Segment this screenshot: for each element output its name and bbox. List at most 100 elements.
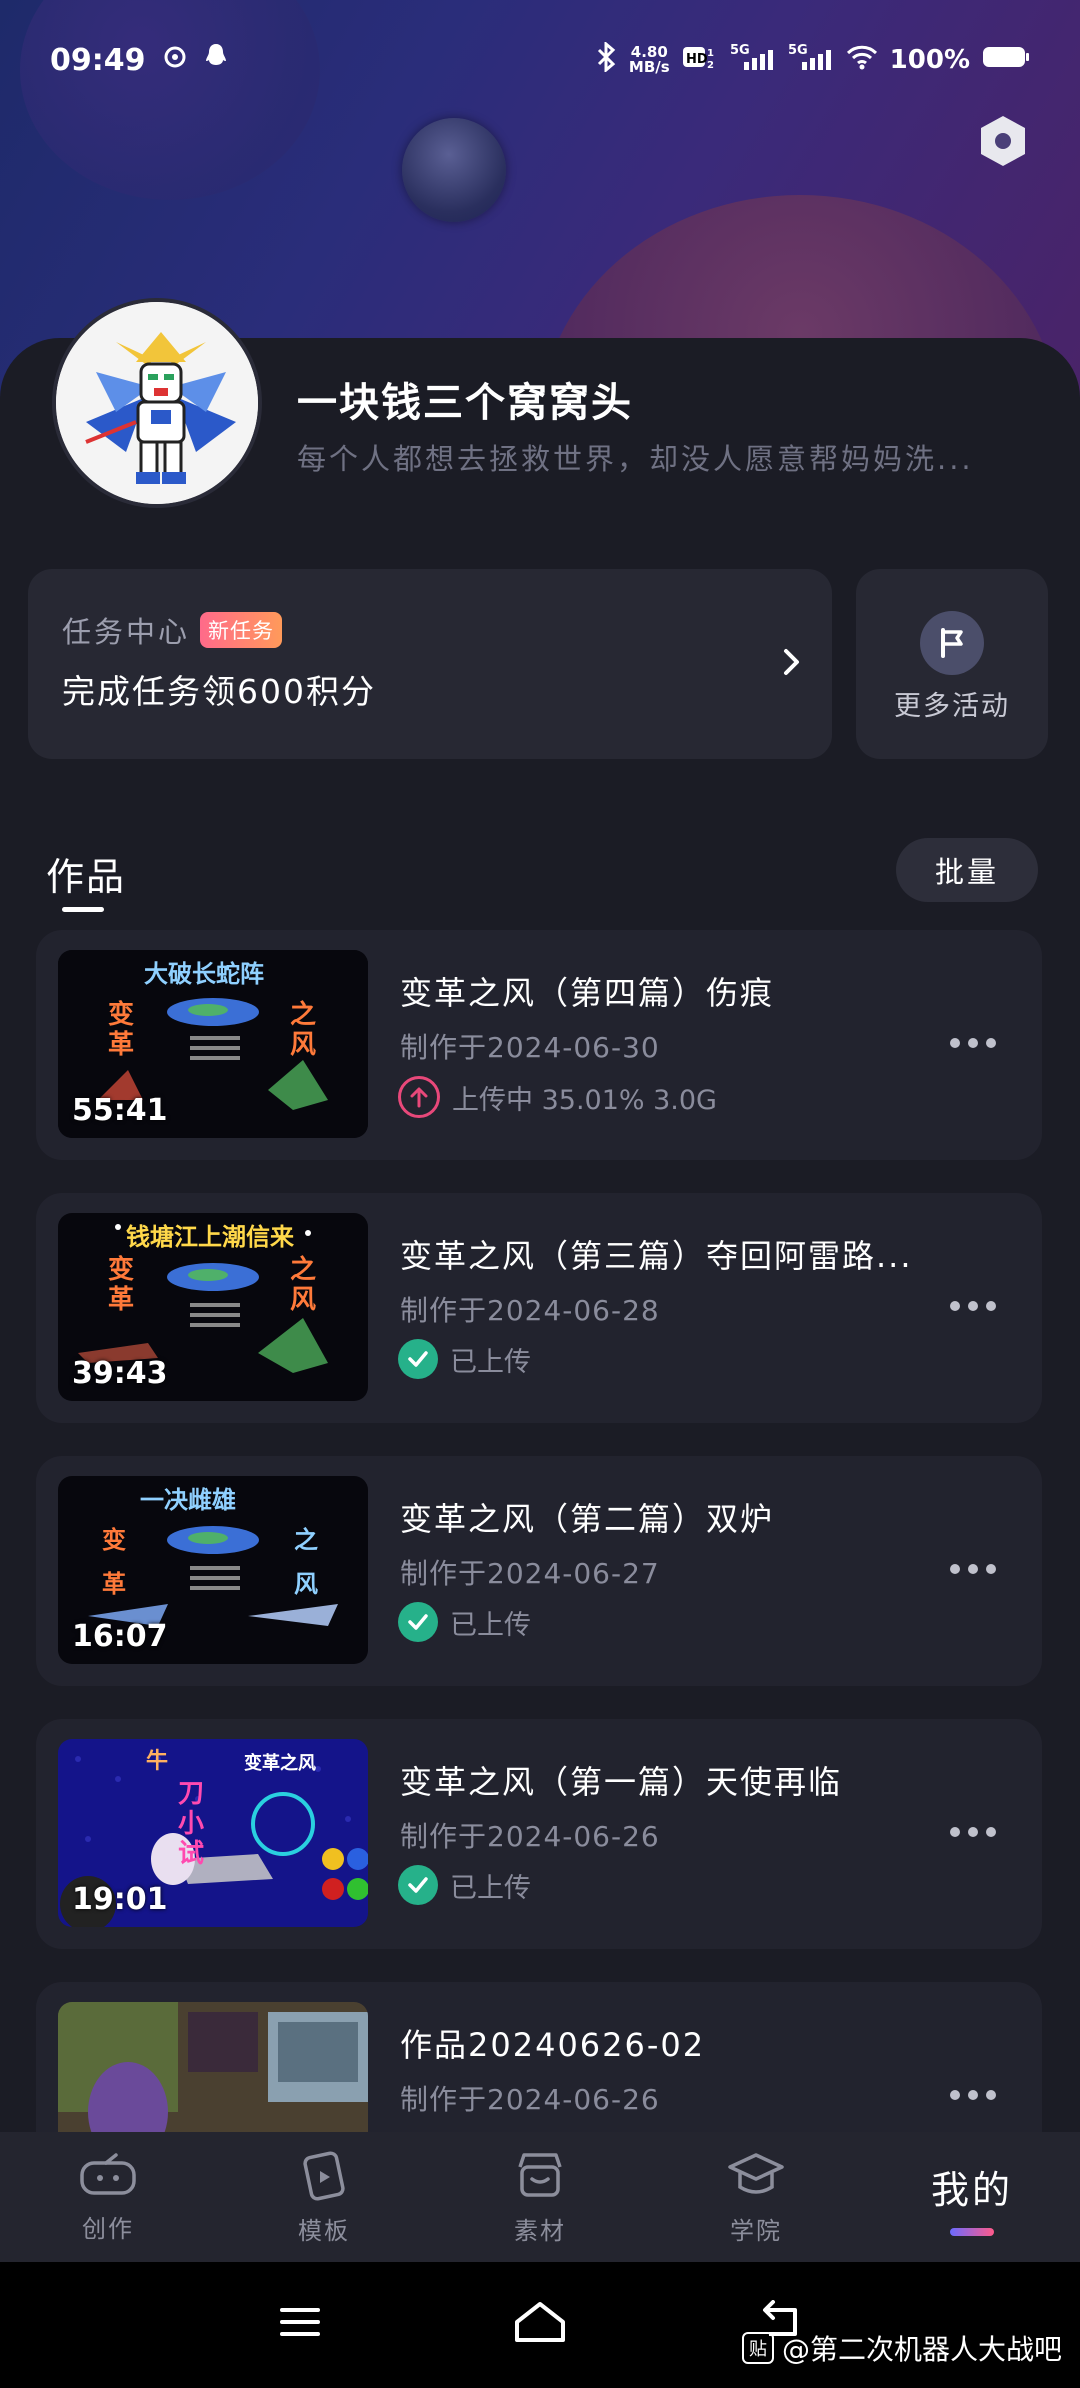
thumbnail-left-text: 变革 xyxy=(108,1255,135,1315)
menu-icon[interactable] xyxy=(265,2292,335,2352)
username: 一块钱三个窝窝头 xyxy=(297,380,633,426)
tab-academy-label: 学院 xyxy=(730,2216,782,2245)
tab-create[interactable]: 创作 xyxy=(0,2132,216,2262)
work-item[interactable]: 大破长蛇阵 变革 之风 55:41 变革之风（第四篇）伤痕 制作于2024-06… xyxy=(36,930,1042,1160)
thumbnail-title: 变革之风 xyxy=(244,1753,316,1774)
sync-icon xyxy=(162,43,188,78)
flag-icon xyxy=(920,611,984,675)
work-duration: 19:01 xyxy=(72,1882,168,1917)
wifi-icon xyxy=(846,44,878,77)
more-options-icon[interactable] xyxy=(950,1564,996,1574)
work-thumbnail[interactable]: 变革之风 刀小试 牛 19:01 xyxy=(58,1739,368,1927)
more-options-icon[interactable] xyxy=(950,1301,996,1311)
battery-level: 100% xyxy=(889,45,970,75)
check-circle-icon xyxy=(398,1339,438,1379)
thumbnail-title: 钱塘江上潮信来 xyxy=(126,1223,294,1251)
tab-academy[interactable]: 学院 xyxy=(648,2132,864,2262)
works-list: 大破长蛇阵 变革 之风 55:41 变革之风（第四篇）伤痕 制作于2024-06… xyxy=(36,930,1042,2245)
signal-5g-1-icon: 5G xyxy=(730,42,776,79)
banner-planet-small xyxy=(402,118,506,222)
work-date: 制作于2024-06-27 xyxy=(400,1557,660,1590)
template-icon xyxy=(296,2149,352,2205)
upload-status-text: 上传中 35.01% 3.0G xyxy=(452,1084,717,1116)
thumbnail-right-text: 之风 xyxy=(294,1526,318,1598)
battery-icon xyxy=(982,44,1030,77)
bottom-tab-bar: 创作 模板 素材 学院 我的 xyxy=(0,2132,1080,2262)
work-title: 作品20240626-02 xyxy=(400,2026,706,2064)
tab-mine[interactable]: 我的 xyxy=(864,2132,1080,2262)
svg-text:HD: HD xyxy=(686,52,708,67)
thumbnail-title: 大破长蛇阵 xyxy=(144,960,264,988)
more-options-icon[interactable] xyxy=(950,2090,996,2100)
task-center-title: 任务中心 xyxy=(62,615,191,649)
work-duration: 39:43 xyxy=(72,1356,168,1391)
more-activity-card[interactable]: 更多活动 xyxy=(856,569,1048,759)
work-title: 变革之风（第二篇）双炉 xyxy=(400,1500,775,1538)
work-upload-status: 已上传 xyxy=(398,1865,531,1905)
work-date: 制作于2024-06-28 xyxy=(400,1294,660,1327)
work-date: 制作于2024-06-30 xyxy=(400,1031,660,1064)
watermark: 贴 @第二次机器人大战吧 xyxy=(742,2328,1062,2368)
net-speed: 4.80 MB/s xyxy=(628,43,670,76)
work-item[interactable]: 钱塘江上潮信来 变革 之风 39:43 变革之风（第三篇）夺回阿雷路... 制作… xyxy=(36,1193,1042,1423)
store-icon xyxy=(512,2149,568,2205)
thumbnail-title: 一决雌雄 xyxy=(140,1486,236,1514)
watermark-text: @第二次机器人大战吧 xyxy=(782,2333,1063,2366)
task-center-card[interactable]: 任务中心 新任务 完成任务领600积分 xyxy=(28,569,832,759)
more-options-icon[interactable] xyxy=(950,1827,996,1837)
active-tab-indicator xyxy=(950,2227,994,2236)
system-navigation-bar: 贴 @第二次机器人大战吧 xyxy=(0,2262,1080,2388)
thumbnail-right-text: 之风 xyxy=(290,1255,317,1315)
home-icon[interactable] xyxy=(505,2292,575,2352)
new-task-badge: 新任务 xyxy=(200,612,283,648)
more-activity-label: 更多活动 xyxy=(894,691,1010,722)
work-item[interactable]: 变革之风 刀小试 牛 19:01 变革之风（第一篇）天使再临 制作于2024-0… xyxy=(36,1719,1042,1949)
signal-5g-2-icon: 5G xyxy=(788,42,834,79)
tab-create-label: 创作 xyxy=(82,2214,134,2243)
tab-template[interactable]: 模板 xyxy=(216,2132,432,2262)
status-time: 09:49 xyxy=(50,42,146,78)
thumbnail-left-text: 变革 xyxy=(102,1526,126,1598)
tab-mine-label: 我的 xyxy=(930,2167,1013,2212)
batch-button[interactable]: 批量 xyxy=(896,838,1038,902)
qq-icon xyxy=(204,42,228,78)
work-item[interactable]: 一决雌雄 变革 之风 16:07 变革之风（第二篇）双炉 制作于2024-06-… xyxy=(36,1456,1042,1686)
svg-text:2: 2 xyxy=(707,60,714,70)
work-duration: 55:41 xyxy=(72,1093,168,1128)
upload-arrow-icon xyxy=(398,1076,440,1118)
work-duration: 16:07 xyxy=(72,1619,168,1654)
page: 09:49 4.80 MB/s HD 1 2 5G 5G 100% 一块钱三个窝… xyxy=(0,0,1080,2388)
tab-material[interactable]: 素材 xyxy=(432,2132,648,2262)
task-center-description: 完成任务领600积分 xyxy=(62,672,376,711)
work-date: 制作于2024-06-26 xyxy=(400,2083,660,2116)
svg-text:5G: 5G xyxy=(730,43,750,58)
thumbnail-left-text: 刀小试 xyxy=(178,1779,205,1869)
tab-material-label: 素材 xyxy=(514,2216,566,2245)
more-options-icon[interactable] xyxy=(950,1038,996,1048)
settings-hex-button[interactable] xyxy=(978,114,1028,168)
works-section-title: 作品 xyxy=(46,855,127,899)
settings-hex-icon xyxy=(981,116,1025,166)
upload-status-text: 已上传 xyxy=(450,1346,531,1378)
svg-text:5G: 5G xyxy=(788,43,808,58)
works-tab-indicator xyxy=(62,907,104,912)
work-upload-status: 已上传 xyxy=(398,1339,531,1379)
work-upload-status: 上传中 35.01% 3.0G xyxy=(398,1076,717,1118)
task-center-header: 任务中心 新任务 xyxy=(62,609,283,651)
hd-icon: HD 1 2 xyxy=(682,44,718,77)
tieba-logo-icon: 贴 xyxy=(742,2332,774,2364)
svg-text:1: 1 xyxy=(707,48,714,59)
work-thumbnail[interactable]: 一决雌雄 变革 之风 16:07 xyxy=(58,1476,368,1664)
upload-status-text: 已上传 xyxy=(450,1872,531,1904)
thumbnail-left-text: 变革 xyxy=(108,1000,135,1060)
work-upload-status: 已上传 xyxy=(398,1602,531,1642)
create-icon xyxy=(76,2151,140,2203)
work-thumbnail[interactable]: 钱塘江上潮信来 变革 之风 39:43 xyxy=(58,1213,368,1401)
status-bar: 09:49 4.80 MB/s HD 1 2 5G 5G 100% xyxy=(0,0,1080,120)
chevron-right-icon xyxy=(782,647,802,677)
work-thumbnail[interactable]: 大破长蛇阵 变革 之风 55:41 xyxy=(58,950,368,1138)
avatar[interactable] xyxy=(52,298,262,508)
upload-status-text: 已上传 xyxy=(450,1609,531,1641)
user-bio: 每个人都想去拯救世界，却没人愿意帮妈妈洗... xyxy=(297,442,974,476)
thumbnail-right-text: 之风 xyxy=(290,1000,317,1060)
